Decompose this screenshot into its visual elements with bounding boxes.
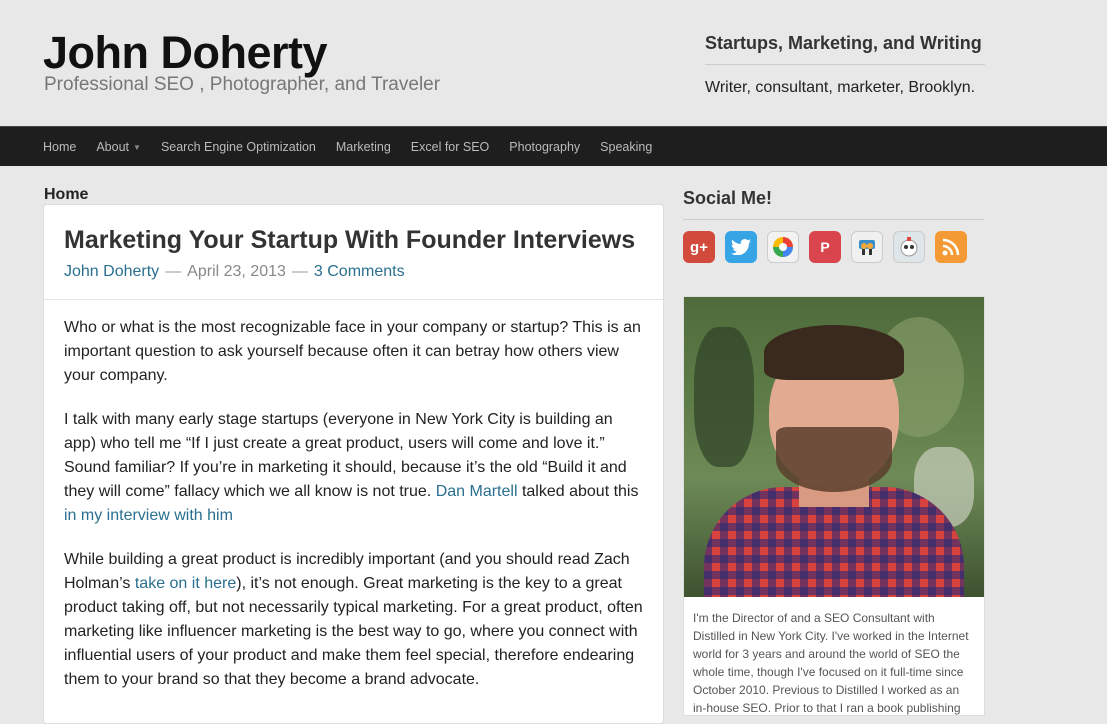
google-plus-icon[interactable]: g+ [683,231,715,263]
author-photo [684,297,984,597]
author-bio-text: I'm the Director of and a SEO Consultant… [693,611,969,715]
post-card: Marketing Your Startup With Founder Inte… [43,204,664,724]
post-paragraph: I talk with many early stage startups (e… [64,408,643,528]
post-paragraph: Who or what is the most recognizable fac… [64,319,641,384]
social-icons: g+ P [683,231,977,263]
hootsuite-icon[interactable] [893,231,925,263]
header-widget-text: Writer, consultant, marketer, Brooklyn. [705,79,976,96]
paragraph-text: talked about this [517,483,639,500]
post-author-link[interactable]: John Doherty [64,263,159,280]
nav-item-about-label: About [96,139,130,154]
photo-hair [764,325,904,380]
nav-item-speaking[interactable]: Speaking [600,140,652,154]
post-date: April 23, 2013 [187,263,286,280]
twitter-icon[interactable] [725,231,757,263]
breadcrumb: Home [44,186,89,203]
post-paragraph: While building a great product is incred… [64,548,643,692]
meta-separator: — [165,263,182,280]
site-title[interactable]: John Doherty [43,26,328,80]
post-body: Who or what is the most recognizable fac… [44,300,663,692]
dan-martell-link[interactable]: Dan Martell [436,483,518,500]
nav-item-excel-for-seo[interactable]: Excel for SEO [411,140,490,154]
picasa-icon[interactable] [767,231,799,263]
nav-item-seo[interactable]: Search Engine Optimization [161,140,316,154]
photo-background [694,327,754,467]
slideshare-icon[interactable] [851,231,883,263]
interview-link[interactable]: in my interview with him [64,507,233,524]
social-widget-title: Social Me! [683,188,984,220]
header-widget-title: Startups, Marketing, and Writing [705,32,985,65]
photo-beard [776,427,892,492]
post-title[interactable]: Marketing Your Startup With Founder Inte… [64,225,643,256]
meta-separator: — [291,263,308,280]
post-header: Marketing Your Startup With Founder Inte… [44,205,663,300]
pinterest-icon[interactable]: P [809,231,841,263]
take-on-it-link[interactable]: take on it here [135,575,236,592]
main-nav: Home About ▼ Search Engine Optimization M… [0,126,1107,166]
post-comments-link[interactable]: 3 Comments [314,263,405,280]
nav-item-home[interactable]: Home [43,140,76,154]
rss-icon[interactable] [935,231,967,263]
nav-item-about[interactable]: About ▼ [96,140,141,154]
header-widget: Startups, Marketing, and Writing Writer,… [705,32,985,99]
author-bio-widget: I'm the Director of and a SEO Consultant… [683,296,985,716]
nav-item-marketing[interactable]: Marketing [336,140,391,154]
chevron-down-icon: ▼ [133,142,141,152]
post-meta: John Doherty — April 23, 2013 — 3 Comments [64,263,643,281]
nav-item-photography[interactable]: Photography [509,140,580,154]
site-description: Professional SEO , Photographer, and Tra… [44,74,441,95]
